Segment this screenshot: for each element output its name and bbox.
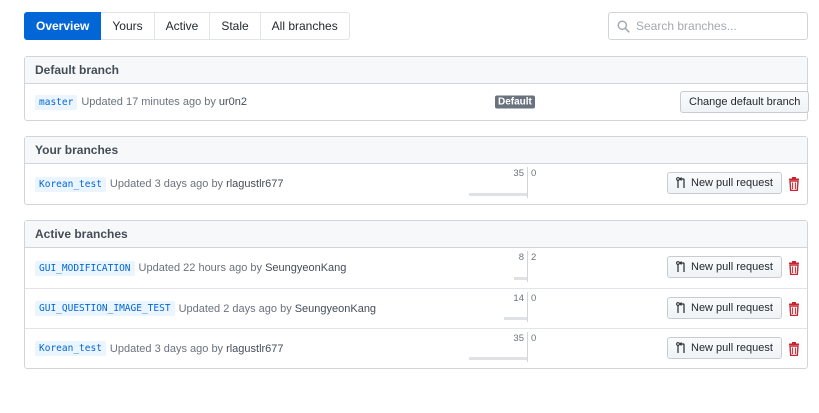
branch-info: GUI_MODIFICATION Updated 22 hours ago by… [35, 248, 346, 288]
updated-text: Updated 22 hours ago by [138, 262, 263, 274]
ahead-count: 0 [531, 293, 537, 304]
button-label: New pull request [691, 261, 773, 273]
behind-bar [469, 357, 527, 360]
section-title-yours: Your branches [25, 137, 807, 164]
ahead-count: 0 [531, 333, 537, 344]
branch-row: Korean_test Updated 3 days ago by rlagus… [25, 328, 807, 368]
behind-count: 14 [513, 293, 524, 304]
author-link[interactable]: ur0n2 [219, 96, 247, 108]
section-title-active: Active branches [25, 221, 807, 248]
ahead-behind-indicator: 8 2 [466, 248, 586, 288]
ahead-count: 0 [531, 168, 537, 179]
ahead-behind-indicator: 35 0 [466, 329, 586, 368]
trash-icon[interactable] [787, 342, 801, 356]
your-branches-box: Your branches Korean_test Updated 3 days… [24, 136, 808, 205]
branch-row: GUI_MODIFICATION Updated 22 hours ago by… [25, 248, 807, 288]
tab-yours[interactable]: Yours [101, 12, 155, 40]
active-branches-box: Active branches GUI_MODIFICATION Updated… [24, 220, 808, 369]
branch-name-link[interactable]: GUI_QUESTION_IMAGE_TEST [35, 301, 175, 316]
behind-bar [469, 193, 527, 196]
author-link[interactable]: SeungyeonKang [295, 303, 376, 315]
trash-icon[interactable] [787, 302, 801, 316]
default-badge: Default [495, 95, 535, 109]
button-label: Change default branch [689, 96, 801, 108]
updated-text: Updated 3 days ago by [109, 342, 224, 355]
branch-name-link[interactable]: Korean_test [35, 341, 106, 356]
behind-bar [504, 317, 527, 320]
pull-request-icon [676, 342, 685, 353]
pull-request-icon [676, 302, 685, 313]
behind-bar [514, 277, 527, 280]
branch-row: Korean_test Updated 3 days ago by rlagus… [25, 164, 807, 204]
tab-active[interactable]: Active [154, 12, 211, 40]
button-label: New pull request [691, 342, 773, 354]
search-box[interactable] [608, 12, 808, 40]
branch-row: GUI_QUESTION_IMAGE_TEST Updated 2 days a… [25, 288, 807, 328]
ahead-behind-indicator: 35 0 [466, 164, 586, 204]
updated-text: Updated 3 days ago by [109, 178, 224, 190]
new-pull-request-button[interactable]: New pull request [667, 256, 782, 278]
updated-text: Updated 17 minutes ago by [81, 96, 216, 108]
behind-count: 35 [513, 168, 524, 179]
branch-name-link[interactable]: master [35, 94, 78, 110]
author-link[interactable]: SeungyeonKang [265, 262, 346, 274]
branch-name-link[interactable]: Korean_test [35, 176, 106, 192]
behind-count: 35 [513, 333, 524, 344]
tab-stale[interactable]: Stale [210, 12, 261, 40]
new-pull-request-button[interactable]: New pull request [667, 337, 782, 359]
new-pull-request-button[interactable]: New pull request [667, 172, 782, 194]
tab-all-branches[interactable]: All branches [260, 12, 350, 40]
new-pull-request-button[interactable]: New pull request [667, 297, 782, 319]
change-default-branch-button[interactable]: Change default branch [680, 91, 810, 113]
pull-request-icon [676, 177, 685, 188]
author-link[interactable]: rlagustlr677 [226, 343, 283, 355]
pull-request-icon [676, 261, 685, 272]
branch-info: master Updated 17 minutes ago by ur0n2 [35, 84, 247, 120]
default-branch-box: Default branch master Updated 17 minutes… [24, 56, 810, 121]
branch-row: master Updated 17 minutes ago by ur0n2 D… [25, 84, 810, 120]
behind-count: 8 [518, 252, 524, 263]
branch-info: Korean_test Updated 3 days ago by rlagus… [35, 329, 284, 368]
branch-filter-nav: Overview Yours Active Stale All branches [24, 12, 350, 40]
search-icon [617, 19, 630, 33]
branch-info: GUI_QUESTION_IMAGE_TEST Updated 2 days a… [35, 289, 376, 328]
author-link[interactable]: rlagustlr677 [226, 178, 283, 190]
ahead-behind-indicator: 14 0 [466, 289, 586, 328]
search-input[interactable] [636, 19, 796, 33]
section-title-default: Default branch [25, 57, 807, 84]
tab-overview[interactable]: Overview [24, 12, 102, 40]
button-label: New pull request [691, 302, 773, 314]
trash-icon[interactable] [787, 177, 801, 191]
branch-info: Korean_test Updated 3 days ago by rlagus… [35, 164, 284, 204]
ahead-count: 2 [531, 252, 537, 263]
trash-icon[interactable] [787, 261, 801, 275]
branch-name-link[interactable]: GUI_MODIFICATION [35, 260, 135, 276]
updated-text: Updated 2 days ago by [178, 302, 292, 315]
button-label: New pull request [691, 177, 773, 189]
